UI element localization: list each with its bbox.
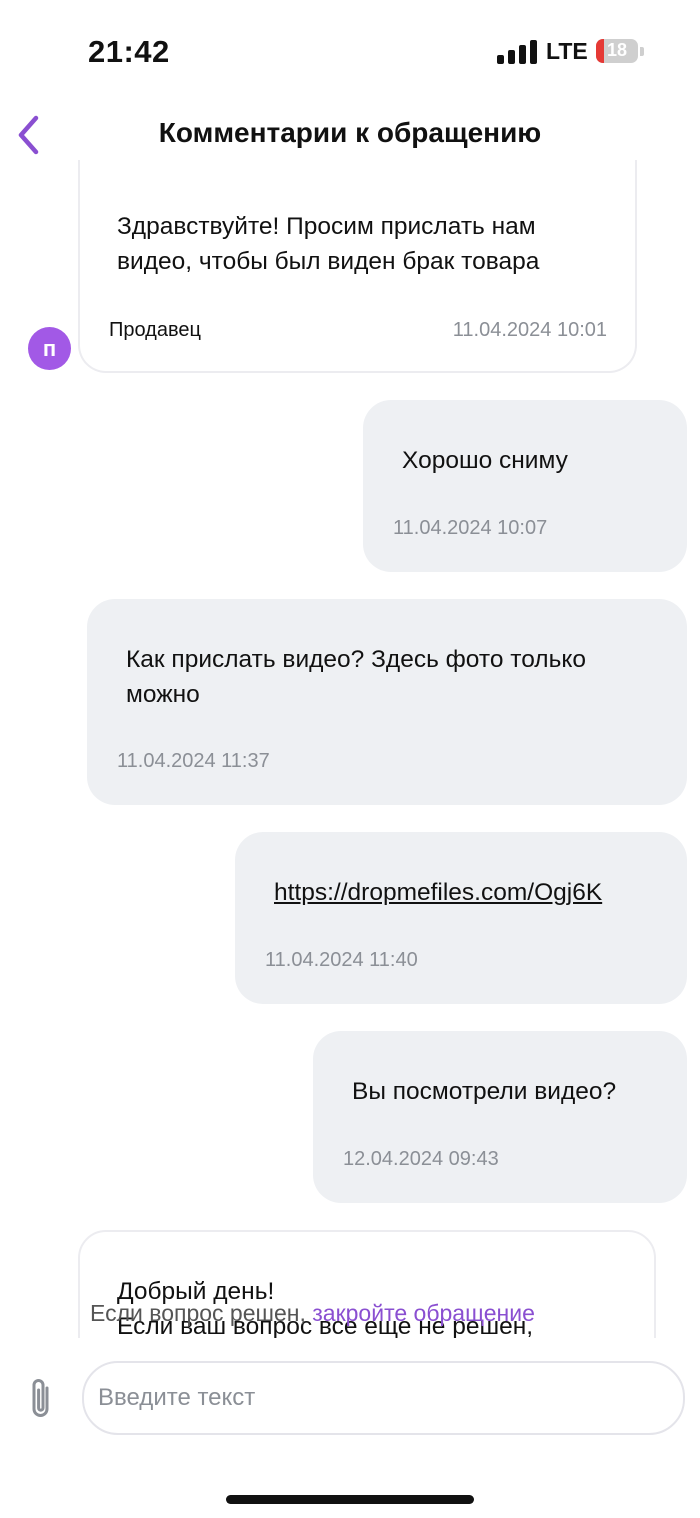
message-link[interactable]: https://dropmefiles.com/Ogj6K — [274, 875, 602, 910]
page-title: Комментарии к обращению — [158, 117, 542, 148]
attach-button[interactable] — [24, 1376, 58, 1422]
paperclip-icon — [32, 1379, 49, 1417]
message-time: 11.04.2024 11:37 — [117, 750, 270, 772]
home-indicator — [226, 1495, 474, 1504]
message-input[interactable] — [82, 1361, 685, 1435]
message-text: Хорошо сниму — [402, 447, 568, 474]
message-bubble-user: Как прислать видео? Здесь фото только мо… — [87, 599, 687, 805]
message-time: 11.04.2024 10:07 — [393, 517, 548, 539]
message-bubble-user: https://dropmefiles.com/Ogj6K 11.04.2024… — [235, 832, 687, 1004]
message-time: 12.04.2024 09:43 — [343, 1148, 499, 1170]
message-author: Продавец — [109, 319, 201, 341]
hint-text: Если вопрос решен, — [90, 1300, 313, 1326]
message-bubble-user: Вы посмотрели видео? 12.04.2024 09:43 — [313, 1031, 687, 1203]
message-text: Как прислать видео? Здесь фото только мо… — [126, 646, 586, 708]
message-text: Здравствуйте! Просим прислать нам видео,… — [117, 213, 540, 275]
network-type: LTE — [546, 38, 588, 64]
avatar: п — [28, 327, 71, 370]
message-time: 11.04.2024 11:40 — [265, 949, 418, 971]
message-time: 11.04.2024 10:01 — [452, 319, 607, 341]
battery-percent: 18 — [606, 40, 628, 60]
battery-tip — [640, 47, 644, 56]
message-bubble-seller: Здравствуйте! Просим прислать нам видео,… — [78, 160, 637, 373]
battery-icon: 18 — [596, 39, 638, 63]
cellular-signal-icon — [497, 40, 537, 64]
message-text: Вы посмотрели видео? — [352, 1078, 617, 1105]
status-time: 21:42 — [88, 34, 170, 69]
close-request-link[interactable]: закройте обращение — [312, 1300, 535, 1326]
close-request-hint: Если вопрос решен, закройте обращение — [90, 1300, 535, 1327]
message-bubble-user: Хорошо сниму 11.04.2024 10:07 — [363, 400, 687, 572]
